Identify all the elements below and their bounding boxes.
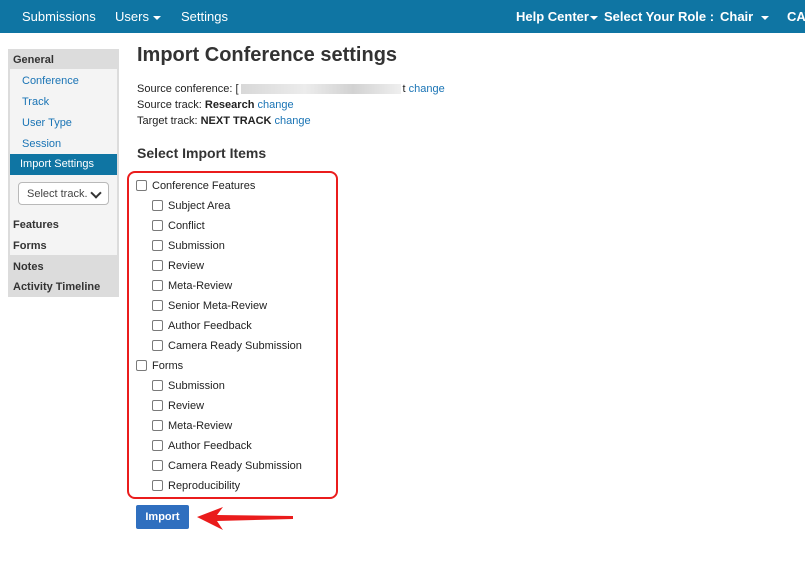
- checkbox-label: Review: [168, 399, 205, 412]
- target-track-value: NEXT TRACK: [200, 115, 272, 127]
- nav-help-center-label: Help Center: [516, 9, 589, 24]
- sidebar-item-conference[interactable]: Conference: [22, 75, 79, 87]
- checkbox-subject-area[interactable]: Subject Area: [152, 198, 230, 212]
- nav-settings[interactable]: Settings: [181, 0, 228, 33]
- role-dropdown[interactable]: Chair: [720, 0, 770, 33]
- checkbox-label: Senior Meta-Review: [168, 299, 268, 312]
- chevron-down-icon: [589, 15, 598, 20]
- checkbox-reproducibility[interactable]: Reproducibility: [152, 478, 240, 492]
- checkbox-senior-meta-review[interactable]: Senior Meta-Review: [152, 298, 267, 312]
- checkbox-icon[interactable]: [152, 460, 163, 472]
- role-value: Chair: [720, 9, 754, 24]
- change-source-track-link[interactable]: change: [257, 99, 293, 111]
- checkbox-features-author-feedback[interactable]: Author Feedback: [152, 318, 252, 332]
- sidebar-section-forms[interactable]: Forms: [13, 240, 47, 252]
- checkbox-label: Author Feedback: [168, 319, 252, 332]
- checkbox-icon[interactable]: [152, 340, 163, 352]
- nav-users[interactable]: Users: [115, 0, 161, 33]
- checkbox-features-meta-review[interactable]: Meta-Review: [152, 278, 232, 292]
- source-track-label: Source track:: [137, 99, 202, 111]
- checkbox-label: Subject Area: [168, 199, 231, 212]
- checkbox-icon[interactable]: [152, 440, 163, 452]
- sidebar-item-track[interactable]: Track: [22, 96, 49, 108]
- source-track-line: Source track: Research change: [137, 99, 294, 111]
- user-menu[interactable]: CAT: [787, 0, 805, 33]
- checkbox-icon[interactable]: [152, 300, 163, 312]
- source-conference-label: Source conference:: [137, 83, 233, 95]
- checkbox-label: Review: [168, 259, 205, 272]
- sidebar-section-activity-timeline[interactable]: Activity Timeline: [13, 281, 100, 293]
- checkbox-label: Forms: [152, 359, 184, 372]
- checkbox-forms-review[interactable]: Review: [152, 398, 204, 412]
- checkbox-label: Reproducibility: [168, 479, 241, 492]
- sidebar-item-session[interactable]: Session: [22, 138, 61, 150]
- checkbox-features-review[interactable]: Review: [152, 258, 204, 272]
- checkbox-icon[interactable]: [152, 480, 163, 492]
- checkbox-label: Camera Ready Submission: [168, 339, 302, 352]
- checkbox-features-submission[interactable]: Submission: [152, 238, 225, 252]
- select-role-label: Select Your Role :: [604, 9, 715, 24]
- checkbox-label: Camera Ready Submission: [168, 459, 302, 472]
- section-title: Select Import Items: [137, 145, 267, 161]
- checkbox-icon[interactable]: [136, 180, 147, 192]
- top-navbar: Submissions Users Settings Help Center S…: [0, 0, 805, 33]
- source-track-value: Research: [204, 99, 255, 111]
- checkbox-label: Submission: [168, 239, 225, 252]
- sidebar-section-notes[interactable]: Notes: [13, 261, 44, 273]
- checkbox-forms-author-feedback[interactable]: Author Feedback: [152, 438, 252, 452]
- import-button[interactable]: Import: [136, 505, 189, 529]
- checkbox-label: Meta-Review: [168, 279, 233, 292]
- checkbox-icon[interactable]: [152, 200, 163, 212]
- redacted-conference-name: [240, 84, 401, 95]
- checkbox-conflict[interactable]: Conflict: [152, 218, 205, 232]
- sidebar-item-import-settings[interactable]: Import Settings: [10, 154, 117, 175]
- checkbox-features-camera-ready[interactable]: Camera Ready Submission: [152, 338, 302, 352]
- checkbox-icon[interactable]: [152, 380, 163, 392]
- source-conference-line: Source conference: [ t change: [137, 83, 445, 95]
- checkbox-icon[interactable]: [136, 360, 147, 372]
- checkbox-forms-submission[interactable]: Submission: [152, 378, 225, 392]
- settings-sidebar: General Conference Track User Type Sessi…: [8, 49, 119, 297]
- checkbox-icon[interactable]: [152, 280, 163, 292]
- source-conference-prefix: [: [235, 83, 239, 95]
- red-arrow-icon: [197, 507, 293, 530]
- checkbox-forms-meta-review[interactable]: Meta-Review: [152, 418, 232, 432]
- checkbox-icon[interactable]: [152, 260, 163, 272]
- checkbox-icon[interactable]: [152, 240, 163, 252]
- nav-submissions[interactable]: Submissions: [22, 0, 96, 33]
- checkbox-forms[interactable]: Forms: [136, 358, 183, 372]
- checkbox-icon[interactable]: [152, 420, 163, 432]
- change-source-conference-link[interactable]: change: [409, 83, 445, 95]
- sidebar-item-user-type[interactable]: User Type: [22, 117, 72, 129]
- checkbox-icon[interactable]: [152, 220, 163, 232]
- sidebar-item-label: Import Settings: [20, 158, 94, 170]
- page-title: Import Conference settings: [137, 44, 398, 66]
- nav-users-label: Users: [115, 9, 149, 24]
- checkbox-conference-features[interactable]: Conference Features: [136, 178, 255, 192]
- nav-help-center[interactable]: Help Center: [516, 0, 598, 33]
- checkbox-icon[interactable]: [152, 320, 163, 332]
- checkbox-label: Submission: [168, 379, 225, 392]
- checkbox-label: Conference Features: [152, 179, 256, 192]
- track-select-value: Select track.: [27, 188, 88, 200]
- source-conference-suffix: t: [402, 83, 406, 95]
- sidebar-section-features[interactable]: Features: [13, 219, 59, 231]
- target-track-line: Target track: NEXT TRACK change: [137, 115, 311, 127]
- checkbox-icon[interactable]: [152, 400, 163, 412]
- change-target-track-link[interactable]: change: [275, 115, 311, 127]
- checkbox-label: Meta-Review: [168, 419, 233, 432]
- checkbox-label: Conflict: [168, 219, 205, 232]
- track-select[interactable]: Select track.: [18, 182, 109, 205]
- chevron-down-icon: [761, 15, 770, 20]
- chevron-down-icon: [90, 187, 102, 199]
- chevron-down-icon: [152, 15, 161, 20]
- target-track-label: Target track:: [137, 115, 198, 127]
- checkbox-label: Author Feedback: [168, 439, 252, 452]
- checkbox-forms-camera-ready[interactable]: Camera Ready Submission: [152, 458, 302, 472]
- sidebar-section-general[interactable]: General: [13, 54, 54, 66]
